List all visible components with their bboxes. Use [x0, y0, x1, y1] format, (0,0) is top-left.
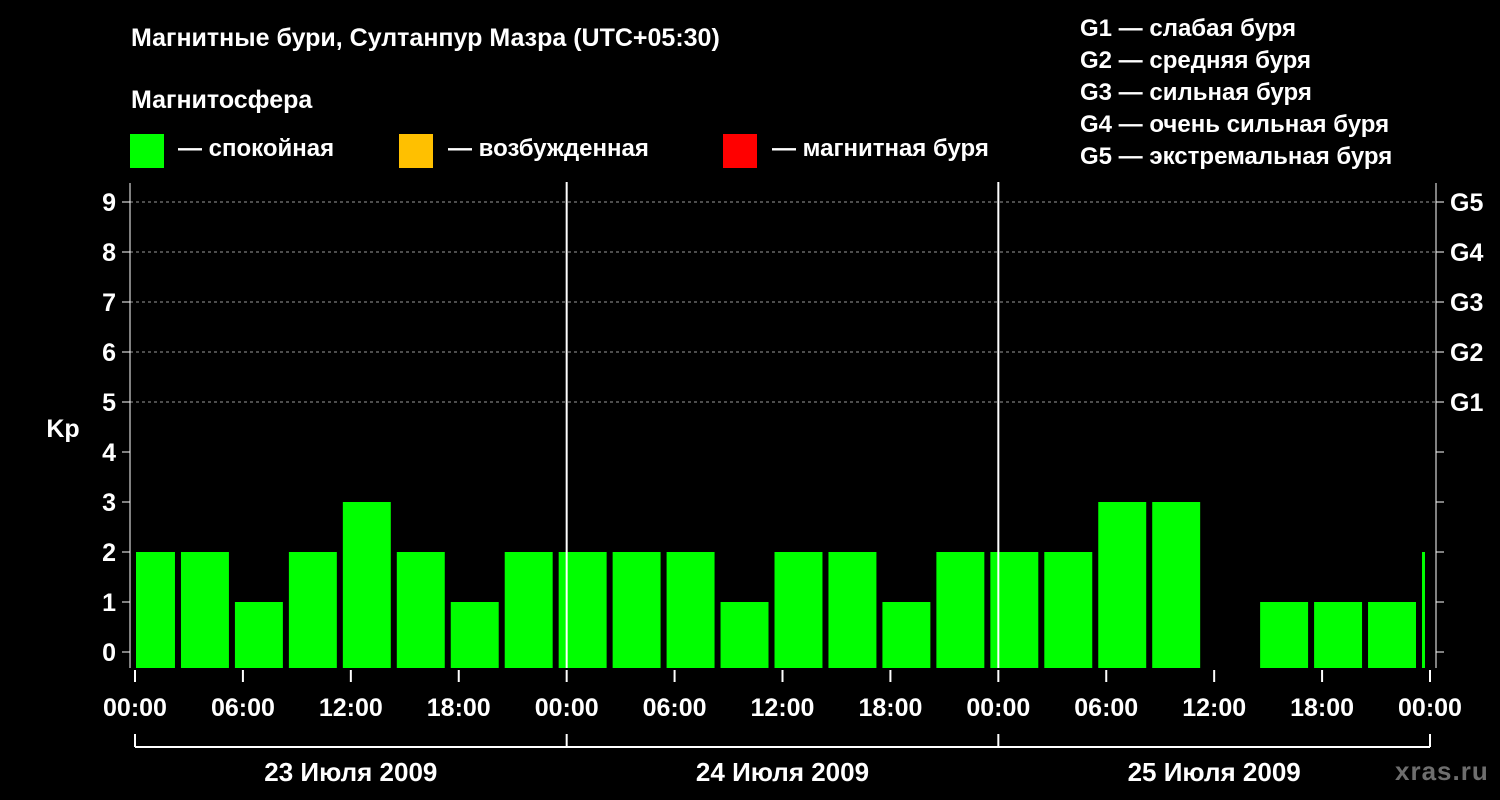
kp-bar	[1314, 602, 1363, 668]
x-tick-label: 18:00	[1290, 694, 1354, 722]
g-scale-label: G5	[1450, 189, 1483, 217]
kp-bar	[612, 552, 661, 668]
kp-bar	[1044, 552, 1093, 668]
kp-bar	[136, 552, 175, 668]
y-axis-label: Kp	[46, 415, 79, 443]
x-tick-label: 06:00	[211, 694, 275, 722]
y-tick-label: 2	[102, 539, 116, 567]
x-tick-label: 00:00	[966, 694, 1030, 722]
kp-bar	[504, 552, 553, 668]
g-scale-label: G2	[1450, 339, 1483, 367]
x-tick-label: 12:00	[751, 694, 815, 722]
y-tick-label: 6	[102, 339, 116, 367]
x-tick-label: 06:00	[643, 694, 707, 722]
g-scale-label: G1	[1450, 389, 1483, 417]
x-tick-label: 18:00	[427, 694, 491, 722]
y-tick-label: 3	[102, 489, 116, 517]
day-label: 23 Июля 2009	[264, 757, 437, 787]
x-tick-label: 18:00	[858, 694, 922, 722]
kp-bar	[1260, 602, 1309, 668]
kp-bar	[234, 602, 283, 668]
y-tick-label: 5	[102, 389, 116, 417]
day-label: 24 Июля 2009	[696, 757, 869, 787]
kp-bar	[1422, 552, 1425, 668]
x-tick-label: 00:00	[1398, 694, 1462, 722]
g-scale-label: G4	[1450, 239, 1483, 267]
y-tick-label: 8	[102, 239, 116, 267]
x-tick-label: 12:00	[1182, 694, 1246, 722]
x-tick-label: 00:00	[103, 694, 167, 722]
y-tick-label: 1	[102, 589, 116, 617]
kp-bar	[288, 552, 337, 668]
day-label: 25 Июля 2009	[1128, 757, 1301, 787]
y-tick-label: 0	[102, 639, 116, 667]
kp-bar	[666, 552, 715, 668]
watermark[interactable]: xras.ru	[1395, 756, 1489, 787]
kp-bar	[720, 602, 769, 668]
g-scale-label: G3	[1450, 289, 1483, 317]
kp-bar	[396, 552, 445, 668]
kp-bar	[1152, 502, 1201, 668]
kp-bar	[1098, 502, 1147, 668]
kp-bar	[450, 602, 499, 668]
x-tick-label: 00:00	[535, 694, 599, 722]
kp-bar	[828, 552, 877, 668]
y-tick-label: 4	[102, 439, 116, 467]
y-tick-label: 7	[102, 289, 116, 317]
kp-bar	[882, 602, 931, 668]
kp-bar	[1368, 602, 1417, 668]
x-tick-label: 06:00	[1074, 694, 1138, 722]
x-tick-label: 12:00	[319, 694, 383, 722]
kp-bar	[180, 552, 229, 668]
kp-bar	[774, 552, 823, 668]
kp-bar	[342, 502, 391, 668]
y-tick-label: 9	[102, 189, 116, 217]
kp-chart: 0 1 2 3 4 5 6 7 8 9 G1 G2 G3 G4 G5 Kp 00:00 06:00 12:00 18:…	[46, 182, 1483, 787]
kp-bar	[936, 552, 985, 668]
